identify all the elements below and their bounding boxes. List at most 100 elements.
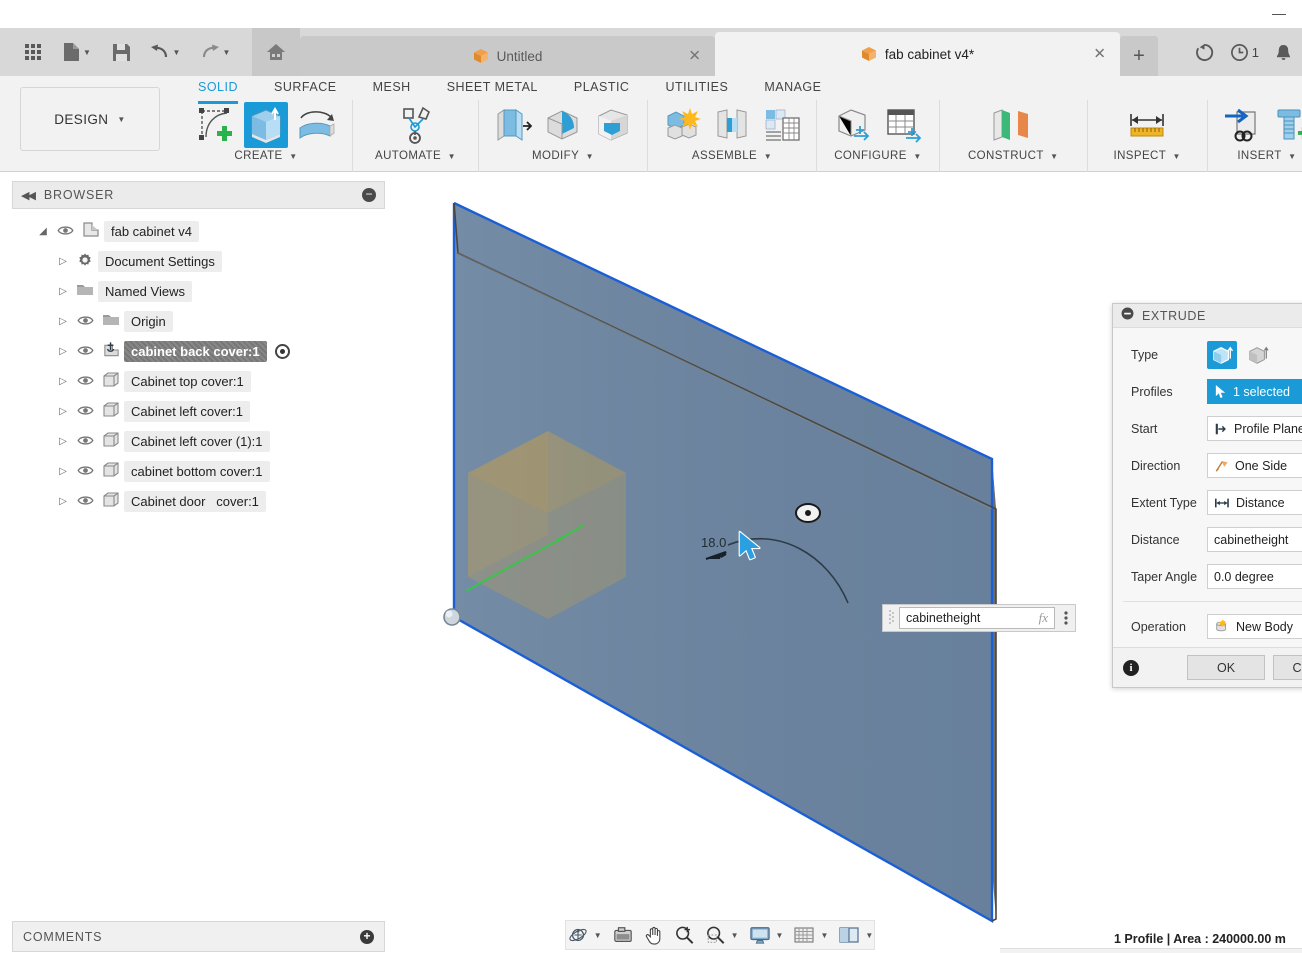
tree-row-cabinet-door-cover[interactable]: ▷ Cabinet door cover:1	[12, 486, 385, 516]
tree-row-cabinet-back-cover[interactable]: ▷ cabinet back cover:1	[12, 336, 385, 366]
viewports-button[interactable]: ▼	[834, 922, 877, 948]
tree-row-fab-cabinet-v4[interactable]: ◢ fab cabinet v4	[12, 216, 385, 246]
ok-button[interactable]: OK	[1187, 655, 1265, 680]
new-document-button[interactable]: ▼	[52, 29, 102, 75]
document-tab-fab-cabinet[interactable]: fab cabinet v4* ✕	[715, 32, 1120, 76]
tree-row-origin[interactable]: ▷ Origin	[12, 306, 385, 336]
extrude-direction-field[interactable]: One Side	[1207, 453, 1302, 478]
plus-circle-icon[interactable]: +	[360, 929, 374, 944]
chevron-down-icon[interactable]: ▼	[865, 931, 873, 940]
twisty-icon[interactable]: ▷	[54, 286, 72, 297]
close-icon[interactable]: ✕	[1093, 47, 1106, 62]
insert-mcmaster-button[interactable]	[1270, 102, 1302, 148]
joint-button[interactable]	[710, 102, 754, 148]
automate-button[interactable]	[393, 102, 437, 148]
grid-snaps-button[interactable]: ▼	[789, 922, 832, 948]
visibility-eye-icon[interactable]	[52, 224, 78, 239]
twisty-icon[interactable]: ▷	[54, 376, 72, 387]
ribbon-tab-plastic[interactable]: PLASTIC	[556, 76, 648, 98]
panel-automate-label[interactable]: AUTOMATE ▼	[375, 150, 456, 162]
twisty-icon[interactable]: ▷	[54, 406, 72, 417]
extrude-extent-type-field[interactable]: Distance	[1207, 490, 1302, 515]
redo-button[interactable]: ▼	[190, 29, 240, 75]
visibility-eye-icon[interactable]	[72, 344, 98, 359]
ribbon-tab-surface[interactable]: SURFACE	[256, 76, 355, 98]
ribbon-tab-sheet-metal[interactable]: SHEET METAL	[429, 76, 556, 98]
fillet-button[interactable]	[541, 102, 585, 148]
tree-row-cabinet-left-cover-1[interactable]: ▷ Cabinet left cover (1):1	[12, 426, 385, 456]
extrude-type-thin-button[interactable]	[1243, 341, 1273, 369]
chevron-down-icon[interactable]: ▼	[594, 931, 602, 940]
display-settings-button[interactable]: ▼	[745, 922, 788, 948]
origin-point-marker[interactable]	[443, 608, 461, 626]
tree-row-named-views[interactable]: ▷ Named Views	[12, 276, 385, 306]
minus-circle-icon[interactable]: −	[362, 188, 376, 202]
visibility-eye-icon[interactable]	[72, 494, 98, 509]
chevron-down-icon[interactable]: ▼	[776, 931, 784, 940]
panel-configure-label[interactable]: CONFIGURE ▼	[834, 150, 922, 162]
app-grid-button[interactable]	[14, 29, 52, 75]
construct-plane-button[interactable]	[986, 102, 1040, 148]
refresh-button[interactable]	[1189, 32, 1220, 72]
new-component-button[interactable]	[660, 102, 704, 148]
window-minimize-button[interactable]	[1268, 4, 1290, 24]
twisty-icon[interactable]: ▷	[54, 346, 72, 357]
extrude-distance-field[interactable]: cabinetheight	[1207, 527, 1302, 552]
shell-button[interactable]	[591, 102, 635, 148]
undo-button[interactable]: ▼	[140, 29, 190, 75]
twisty-icon[interactable]: ▷	[54, 256, 72, 267]
twisty-icon[interactable]: ▷	[54, 466, 72, 477]
orbit-button[interactable]: ▼	[563, 922, 606, 948]
drag-grip-icon[interactable]	[883, 605, 899, 631]
fx-label[interactable]: fx	[1039, 610, 1048, 626]
panel-inspect-label[interactable]: INSPECT ▼	[1114, 150, 1181, 162]
bom-button[interactable]	[760, 102, 804, 148]
visibility-eye-icon[interactable]	[72, 434, 98, 449]
comments-panel-header[interactable]: COMMENTS +	[12, 921, 385, 952]
twisty-icon[interactable]: ▷	[54, 316, 72, 327]
workspace-selector[interactable]: DESIGN ▼	[20, 87, 160, 151]
minus-circle-icon[interactable]	[1121, 307, 1134, 325]
extrude-dialog[interactable]: EXTRUDE Type Profiles 1 selected Start P…	[1112, 303, 1302, 688]
info-icon[interactable]: i	[1123, 659, 1139, 676]
extrude-operation-field[interactable]: New Body	[1207, 614, 1302, 639]
ribbon-tab-manage[interactable]: MANAGE	[746, 76, 839, 98]
tree-row-cabinet-bottom-cover[interactable]: ▷ cabinet bottom cover:1	[12, 456, 385, 486]
look-at-button[interactable]	[608, 922, 638, 948]
ribbon-tab-mesh[interactable]: MESH	[355, 76, 429, 98]
twisty-icon[interactable]: ▷	[54, 496, 72, 507]
twisty-icon[interactable]: ▷	[54, 436, 72, 447]
chevron-down-icon[interactable]: ▼	[820, 931, 828, 940]
chevron-down-icon[interactable]: ▼	[731, 931, 739, 940]
panel-create-label[interactable]: CREATE ▼	[234, 150, 297, 162]
extrude-button[interactable]	[244, 102, 288, 148]
twisty-icon[interactable]: ◢	[34, 226, 52, 237]
insert-derive-button[interactable]	[1220, 102, 1264, 148]
create-sketch-button[interactable]	[194, 102, 238, 148]
cancel-button[interactable]: Cancel	[1273, 655, 1302, 680]
zoom-button[interactable]	[670, 922, 699, 948]
extrude-type-solid-button[interactable]	[1207, 340, 1237, 369]
new-tab-button[interactable]: +	[1120, 36, 1158, 76]
panel-insert-label[interactable]: INSERT ▼	[1237, 150, 1296, 162]
extrude-profiles-field[interactable]: 1 selected	[1207, 379, 1302, 404]
visibility-eye-icon[interactable]	[72, 374, 98, 389]
distance-value-input-box[interactable]: cabinetheight fx	[882, 604, 1076, 632]
panel-construct-label[interactable]: CONSTRUCT ▼	[968, 150, 1059, 162]
configure-table-button[interactable]	[881, 102, 925, 148]
pan-button[interactable]	[640, 922, 668, 948]
job-status-button[interactable]: 1	[1224, 32, 1265, 72]
extrude-dialog-header[interactable]: EXTRUDE	[1113, 304, 1302, 328]
panel-modify-label[interactable]: MODIFY ▼	[532, 150, 594, 162]
zoom-window-button[interactable]: ▼	[701, 922, 743, 948]
ribbon-tab-solid[interactable]: SOLID	[180, 76, 256, 98]
press-pull-button[interactable]	[491, 102, 535, 148]
extrude-taper-angle-field[interactable]: 0.0 degree	[1207, 564, 1302, 589]
extrude-start-field[interactable]: Profile Plane	[1207, 416, 1302, 441]
ribbon-tab-utilities[interactable]: UTILITIES	[647, 76, 746, 98]
save-button[interactable]	[102, 29, 140, 75]
revolve-button[interactable]	[294, 102, 338, 148]
more-vertical-icon[interactable]	[1057, 610, 1075, 626]
configure-body-button[interactable]	[831, 102, 875, 148]
close-icon[interactable]: ✕	[688, 49, 701, 64]
